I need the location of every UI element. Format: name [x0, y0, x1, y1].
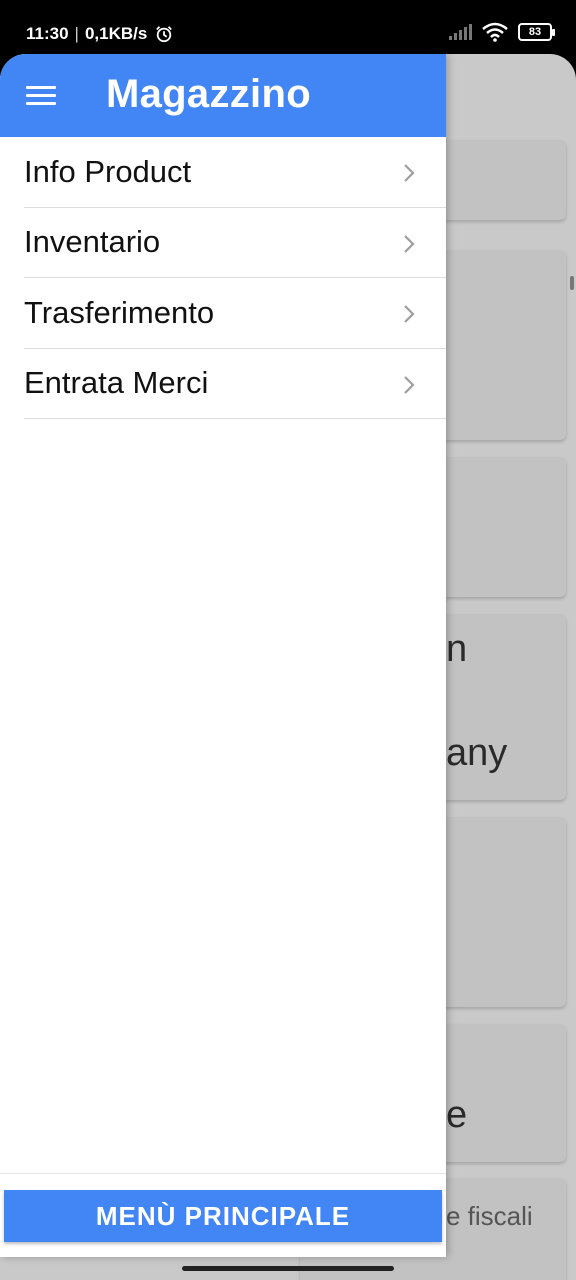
battery-level: 83 [528, 26, 542, 38]
background-text: any [446, 732, 508, 774]
status-bar: 11:30 | 0,1KB/s 83 [0, 0, 576, 54]
menu-item-trasferimento[interactable]: Trasferimento [24, 278, 446, 349]
hamburger-menu-icon[interactable] [26, 84, 56, 108]
drawer-header: Magazzino [0, 54, 446, 137]
alarm-icon [156, 26, 173, 43]
background-text: n [446, 628, 468, 670]
main-menu-button[interactable]: MENÙ PRINCIPALE [4, 1190, 442, 1242]
chevron-right-icon [404, 305, 415, 323]
background-scrollbar [570, 276, 574, 290]
menu-item-label: Trasferimento [24, 294, 215, 330]
status-right: 83 [448, 22, 555, 42]
wifi-icon [482, 22, 508, 42]
home-indicator[interactable] [182, 1266, 394, 1271]
status-separator: | [74, 24, 79, 43]
menu-list: Info Product Inventario Trasferimento En… [24, 137, 446, 419]
signal-icon [449, 24, 472, 40]
footer-divider [0, 1173, 446, 1174]
drawer-title: Magazzino [106, 72, 311, 116]
menu-item-entrata-merci[interactable]: Entrata Merci [24, 349, 446, 419]
menu-item-label: Entrata Merci [24, 365, 209, 401]
menu-item-inventario[interactable]: Inventario [24, 208, 446, 278]
menu-item-label: Info Product [24, 153, 192, 189]
network-speed: 0,1KB/s [84, 24, 148, 43]
menu-item-info-product[interactable]: Info Product [24, 137, 446, 208]
chevron-right-icon [404, 375, 415, 394]
chevron-right-icon [404, 164, 415, 182]
navigation-drawer: Magazzino Info Product Inventario Trasfe… [0, 54, 446, 1257]
background-text: e fiscali [446, 1201, 533, 1231]
status-time: 11:30 [26, 24, 69, 43]
chevron-right-icon [404, 234, 415, 253]
battery-icon: 83 [518, 23, 555, 41]
status-left: 11:30 | 0,1KB/s [26, 24, 173, 44]
background-text: e [446, 1094, 468, 1136]
menu-item-label: Inventario [24, 224, 161, 260]
